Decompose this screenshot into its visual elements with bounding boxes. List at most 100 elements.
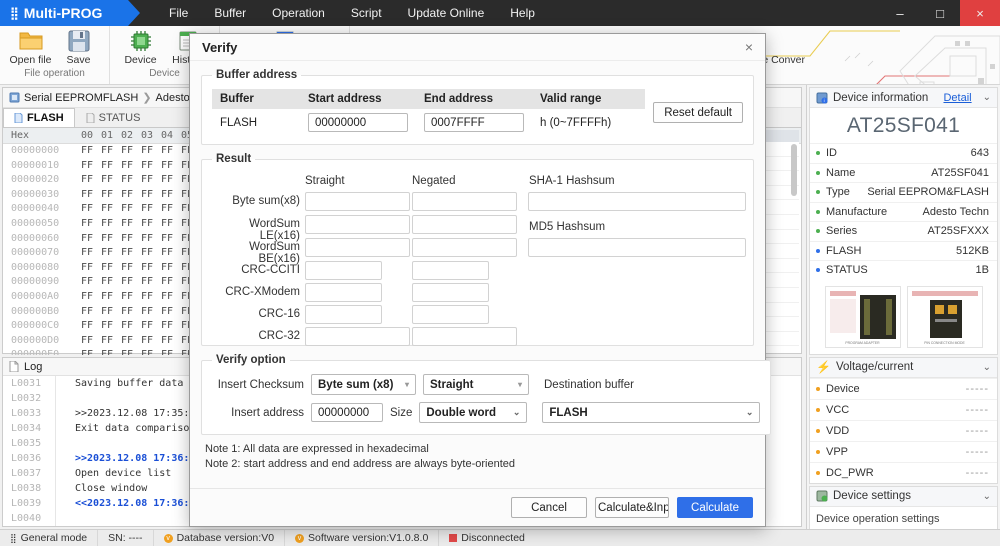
hex-byte-cell[interactable]: FF [97,202,117,217]
hex-byte-cell[interactable]: FF [157,246,177,261]
tab-status[interactable]: STATUS [75,108,152,127]
hex-byte-cell[interactable]: FF [77,275,97,290]
cancel-button[interactable]: Cancel [511,497,587,518]
hex-byte-cell[interactable]: FF [97,217,117,232]
hex-byte-cell[interactable]: FF [117,334,137,349]
device-button[interactable]: Device [117,26,165,68]
hex-byte-cell[interactable]: FF [117,305,137,320]
hex-byte-cell[interactable]: FF [97,334,117,349]
hex-byte-cell[interactable]: FF [77,144,97,159]
hex-byte-cell[interactable]: FF [137,334,157,349]
hex-byte-cell[interactable]: FF [117,159,137,174]
result-negated-input[interactable] [412,192,517,211]
tab-flash[interactable]: FLASH [3,108,75,127]
hex-byte-cell[interactable]: FF [137,246,157,261]
hex-byte-cell[interactable]: FF [77,188,97,203]
hex-byte-cell[interactable]: FF [157,261,177,276]
size-select[interactable]: Double word ⌄ [419,402,528,423]
hex-byte-cell[interactable]: FF [97,305,117,320]
start-address-input[interactable] [308,113,408,132]
hex-byte-cell[interactable]: FF [137,275,157,290]
open-file-button[interactable]: Open file [7,26,55,68]
result-negated-input[interactable] [412,305,489,324]
buffer-scrollbar-thumb[interactable] [791,144,797,196]
hex-byte-cell[interactable]: FF [77,261,97,276]
save-button[interactable]: Save [55,26,103,68]
result-negated-input[interactable] [412,283,489,302]
result-straight-input[interactable] [305,238,410,257]
hex-byte-cell[interactable]: FF [137,188,157,203]
result-negated-input[interactable] [412,327,517,346]
hex-byte-cell[interactable]: FF [97,144,117,159]
close-button[interactable]: × [960,0,1000,26]
hex-byte-cell[interactable]: FF [97,261,117,276]
hex-byte-cell[interactable]: FF [117,188,137,203]
menu-item-help[interactable]: Help [497,0,548,26]
menu-item-file[interactable]: File [156,0,201,26]
md5-hashsum-input[interactable] [528,238,746,257]
hex-byte-cell[interactable]: FF [157,144,177,159]
hex-byte-cell[interactable]: FF [117,144,137,159]
hex-byte-cell[interactable]: FF [157,173,177,188]
hex-byte-cell[interactable]: FF [117,217,137,232]
result-negated-input[interactable] [412,238,517,257]
destination-buffer-select[interactable]: FLASH ⌄ [542,402,761,423]
result-straight-input[interactable] [305,192,410,211]
hex-byte-cell[interactable]: FF [97,159,117,174]
hex-byte-cell[interactable]: FF [117,232,137,247]
maximize-button[interactable]: □ [920,0,960,26]
hex-byte-cell[interactable]: FF [137,202,157,217]
checksum-mode-select[interactable]: Straight ▾ [423,374,529,395]
breadcrumb-item-type[interactable]: Serial EEPROMFLASH [9,92,138,104]
end-address-input[interactable] [424,113,524,132]
hex-byte-cell[interactable]: FF [137,173,157,188]
hex-byte-cell[interactable]: FF [77,202,97,217]
hex-byte-cell[interactable]: FF [77,246,97,261]
menu-item-operation[interactable]: Operation [259,0,338,26]
hex-byte-cell[interactable]: FF [77,173,97,188]
verify-dialog-titlebar[interactable]: Verify × [190,34,765,61]
calculate-button[interactable]: Calculate [677,497,753,518]
result-straight-input[interactable] [305,215,410,234]
sha1-hashsum-input[interactable] [528,192,746,211]
hex-byte-cell[interactable]: FF [157,334,177,349]
chevron-down-icon-device-info[interactable]: ⌄ [983,92,991,103]
hex-byte-cell[interactable]: FF [97,232,117,247]
hex-byte-cell[interactable]: FF [137,232,157,247]
hex-byte-cell[interactable]: FF [137,159,157,174]
hex-byte-cell[interactable]: FF [97,173,117,188]
menu-item-update-online[interactable]: Update Online [395,0,498,26]
hex-byte-cell[interactable]: FF [77,305,97,320]
hex-byte-cell[interactable]: FF [137,261,157,276]
hex-byte-cell[interactable]: FF [117,290,137,305]
chevron-down-icon-settings[interactable]: ⌄ [983,491,991,502]
hex-byte-cell[interactable]: FF [97,319,117,334]
hex-byte-cell[interactable]: FF [137,144,157,159]
hex-byte-cell[interactable]: FF [137,290,157,305]
close-icon[interactable]: × [741,39,757,55]
minimize-button[interactable]: – [880,0,920,26]
device-detail-link[interactable]: Detail [943,92,971,104]
hex-byte-cell[interactable]: FF [77,319,97,334]
reset-default-button[interactable]: Reset default [653,102,743,123]
hex-byte-cell[interactable]: FF [137,348,157,355]
hex-byte-cell[interactable]: FF [157,159,177,174]
result-straight-input[interactable] [305,327,410,346]
calculate-and-input-button[interactable]: Calculate&Input [595,497,669,518]
menu-item-buffer[interactable]: Buffer [201,0,259,26]
hex-byte-cell[interactable]: FF [117,173,137,188]
hex-byte-cell[interactable]: FF [157,348,177,355]
hex-byte-cell[interactable]: FF [137,217,157,232]
hex-byte-cell[interactable]: FF [77,348,97,355]
result-straight-input[interactable] [305,261,382,280]
result-negated-input[interactable] [412,261,489,280]
result-straight-input[interactable] [305,283,382,302]
checksum-type-select[interactable]: Byte sum (x8) ▾ [311,374,416,395]
hex-byte-cell[interactable]: FF [117,261,137,276]
hex-byte-cell[interactable]: FF [97,188,117,203]
hex-byte-cell[interactable]: FF [137,305,157,320]
hex-byte-cell[interactable]: FF [157,290,177,305]
hex-byte-cell[interactable]: FF [157,217,177,232]
hex-byte-cell[interactable]: FF [77,217,97,232]
hex-byte-cell[interactable]: FF [97,348,117,355]
